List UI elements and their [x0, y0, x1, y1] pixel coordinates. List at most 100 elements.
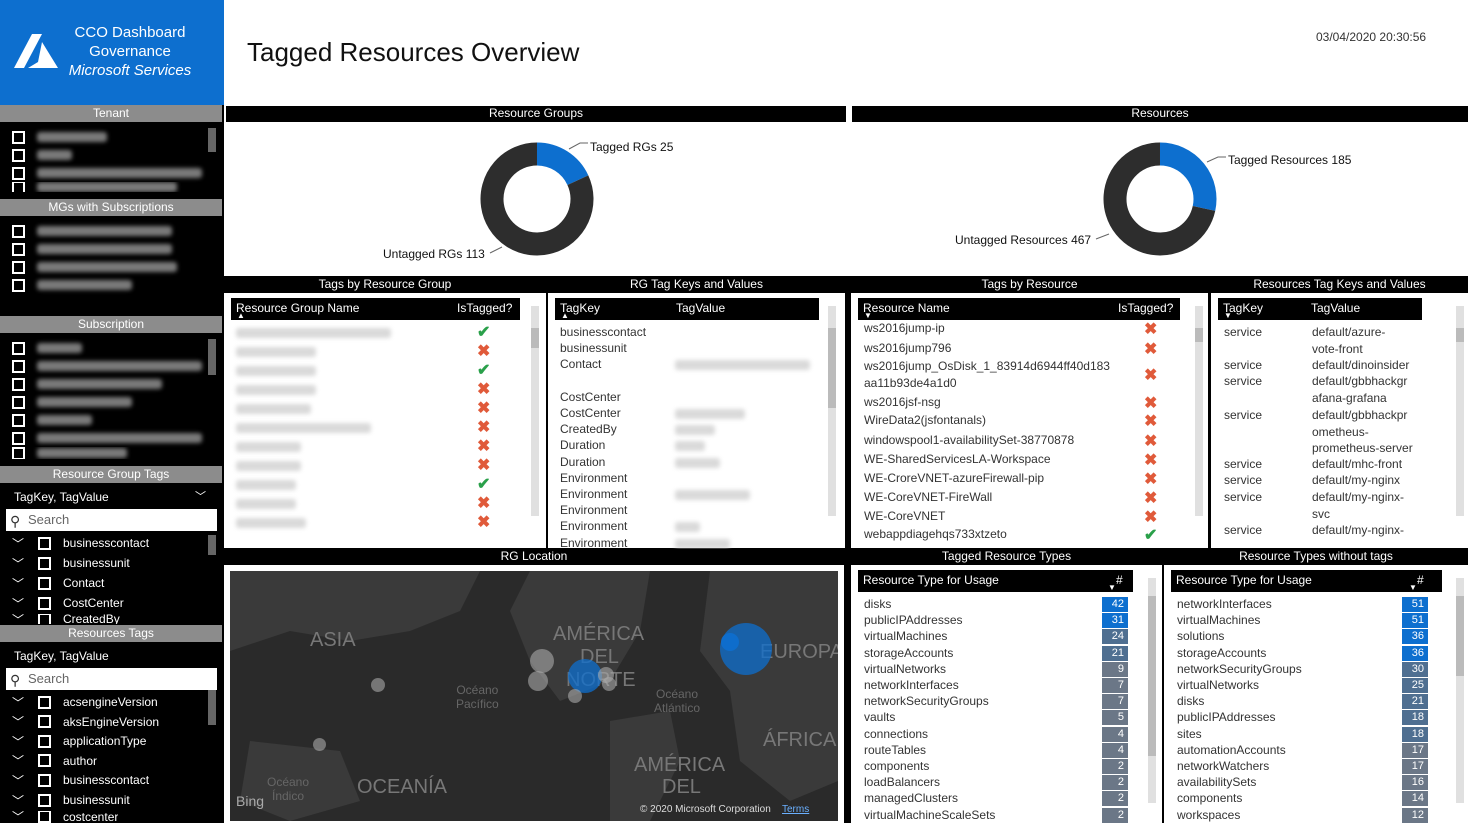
checkbox[interactable]	[12, 166, 25, 180]
map-bubble[interactable]	[602, 677, 616, 691]
tag-tree-item[interactable]: ﹀ aksEngineVersion	[12, 713, 159, 731]
col-tagvalue[interactable]: TagValue	[1311, 298, 1360, 318]
subscription-option[interactable]	[12, 357, 212, 375]
tag-tree-item[interactable]: ﹀ costcenter	[12, 810, 118, 823]
expand-chevron-icon[interactable]: ﹀	[12, 792, 34, 809]
checkbox[interactable]	[12, 377, 25, 391]
checkbox[interactable]	[38, 576, 51, 590]
tag-tree-item[interactable]: ﹀ applicationType	[12, 732, 146, 750]
rg-location-map[interactable]: ASIA AMÉRICA DEL NORTE EUROPA ÁFRICA AMÉ…	[230, 571, 838, 821]
scrollbar[interactable]	[531, 306, 539, 516]
scrollbar[interactable]	[208, 690, 216, 725]
col-resource-type[interactable]: Resource Type for Usage	[1176, 570, 1312, 590]
checkbox[interactable]	[12, 242, 25, 256]
scrollbar[interactable]	[1148, 578, 1156, 803]
checkbox[interactable]	[38, 793, 51, 807]
map-bubble[interactable]	[530, 649, 554, 673]
scrollbar[interactable]	[828, 306, 836, 516]
checkbox[interactable]	[12, 278, 25, 292]
tag-tree-item[interactable]: ﹀ businesscontact	[12, 534, 149, 552]
map-bubble[interactable]	[568, 689, 582, 703]
map-bubble[interactable]	[721, 633, 739, 651]
expand-chevron-icon[interactable]: ﹀	[12, 713, 34, 730]
checkbox[interactable]	[12, 447, 25, 459]
checkbox[interactable]	[12, 341, 25, 355]
checkbox[interactable]	[12, 148, 25, 162]
expand-chevron-icon[interactable]: ﹀	[12, 614, 34, 624]
checkbox[interactable]	[38, 536, 51, 550]
map-bubble[interactable]	[528, 671, 548, 691]
subscription-option[interactable]	[12, 411, 212, 429]
col-count[interactable]: #	[1116, 570, 1123, 590]
checkbox[interactable]	[12, 431, 25, 445]
checkbox[interactable]	[38, 556, 51, 570]
sort-down-icon[interactable]: ▼	[1409, 578, 1417, 598]
checkbox[interactable]	[12, 224, 25, 238]
checkbox[interactable]	[12, 359, 25, 373]
mg-option[interactable]	[12, 240, 212, 258]
subscription-option[interactable]	[12, 375, 212, 393]
scrollbar[interactable]	[208, 535, 216, 555]
tag-tree-item[interactable]: ﹀ businessunit	[12, 554, 130, 572]
checkbox[interactable]	[38, 715, 51, 729]
tenant-option[interactable]	[12, 182, 212, 192]
rg-tags-dropdown[interactable]: TagKey, TagValue ﹀	[14, 490, 210, 504]
scrollbar[interactable]	[208, 339, 216, 375]
scrollbar[interactable]	[1195, 306, 1203, 516]
subscription-option[interactable]	[12, 393, 212, 411]
expand-chevron-icon[interactable]: ﹀	[12, 694, 34, 711]
sort-up-icon[interactable]: ▲	[561, 306, 569, 326]
map-bubble[interactable]	[568, 659, 602, 693]
map-bubble[interactable]	[313, 738, 326, 751]
map-bubble[interactable]	[371, 678, 385, 692]
checkbox[interactable]	[38, 614, 51, 624]
checkbox[interactable]	[38, 754, 51, 768]
checkbox[interactable]	[38, 773, 51, 787]
expand-chevron-icon[interactable]: ﹀	[12, 575, 34, 592]
checkbox[interactable]	[12, 260, 25, 274]
tenant-option[interactable]	[12, 164, 212, 182]
checkbox[interactable]	[12, 395, 25, 409]
checkbox[interactable]	[12, 182, 25, 192]
sort-up-icon[interactable]: ▲	[237, 306, 245, 326]
chevron-down-icon[interactable]: ﹀	[195, 488, 206, 504]
expand-chevron-icon[interactable]: ﹀	[12, 811, 34, 823]
rg-donut[interactable]	[480, 142, 594, 256]
res-tags-search-input[interactable]: ⚲ Search	[6, 668, 217, 690]
map-terms-link[interactable]: Terms	[782, 804, 809, 815]
tag-tree-item[interactable]: ﹀ CostCenter	[12, 594, 124, 612]
checkbox[interactable]	[12, 130, 25, 144]
expand-chevron-icon[interactable]: ﹀	[12, 772, 34, 789]
col-resource-group-name[interactable]: Resource Group Name	[236, 298, 359, 318]
scrollbar[interactable]	[208, 128, 216, 152]
tag-tree-item[interactable]: ﹀ author	[12, 752, 97, 770]
col-resource-type[interactable]: Resource Type for Usage	[863, 570, 999, 590]
col-resource-name[interactable]: Resource Name	[863, 298, 950, 318]
subscription-option[interactable]	[12, 429, 212, 447]
scrollbar[interactable]	[1456, 306, 1464, 516]
col-istagged[interactable]: IsTagged?	[1118, 298, 1173, 318]
subscription-option[interactable]	[12, 447, 212, 459]
expand-chevron-icon[interactable]: ﹀	[12, 595, 34, 612]
col-count[interactable]: #	[1417, 570, 1424, 590]
checkbox[interactable]	[38, 695, 51, 709]
col-tagvalue[interactable]: TagValue	[676, 298, 725, 318]
expand-chevron-icon[interactable]: ﹀	[12, 555, 34, 572]
expand-chevron-icon[interactable]: ﹀	[12, 752, 34, 769]
tag-tree-item[interactable]: ﹀ acsengineVersion	[12, 693, 158, 711]
tag-tree-item[interactable]: ﹀ Contact	[12, 574, 104, 592]
tagged-slice[interactable]	[1159, 142, 1217, 211]
expand-chevron-icon[interactable]: ﹀	[12, 733, 34, 750]
sort-down-icon[interactable]: ▼	[1224, 306, 1232, 326]
mg-option[interactable]	[12, 258, 212, 276]
mg-option[interactable]	[12, 276, 212, 294]
rg-tags-search-input[interactable]: ⚲ Search	[6, 509, 217, 531]
tag-tree-item[interactable]: ﹀ businessunit	[12, 791, 130, 809]
tagged-slice[interactable]	[536, 142, 589, 186]
res-tags-dropdown[interactable]: TagKey, TagValue	[14, 649, 210, 663]
checkbox[interactable]	[38, 810, 51, 823]
sort-down-icon[interactable]: ▼	[1108, 578, 1116, 598]
tag-tree-item[interactable]: ﹀ CreatedBy	[12, 614, 120, 624]
tenant-option[interactable]	[12, 128, 212, 146]
checkbox[interactable]	[12, 413, 25, 427]
